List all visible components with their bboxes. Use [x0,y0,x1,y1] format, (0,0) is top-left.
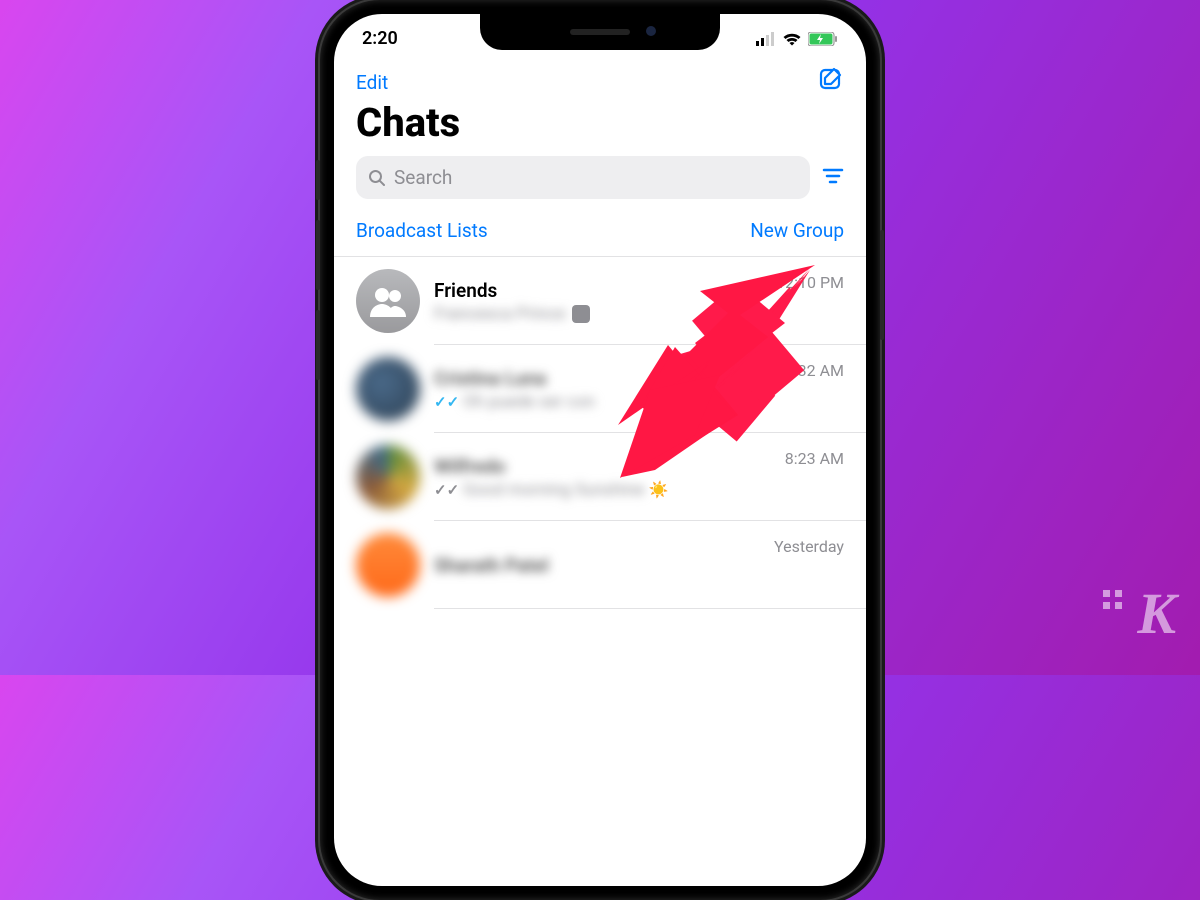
chat-preview: ✓✓ Good morning Sunshine ☀️ [434,480,771,500]
mute-switch [316,160,320,200]
wifi-icon [782,32,802,46]
phone-screen: 2:20 Edit Chats Sea [334,14,866,886]
sticker-icon [572,305,590,323]
cellular-signal-icon [756,32,776,46]
chat-row[interactable]: Sharath Patel Yesterday [334,521,866,609]
chat-time: 12:10 PM [776,273,844,292]
chat-time: Yesterday [774,537,844,556]
chat-row[interactable]: Wilfredo ✓✓ Good morning Sunshine ☀️ 8:2… [334,433,866,521]
chat-time: 8:23 AM [785,449,844,468]
chat-preview: Francesca Prince: [434,304,762,324]
chat-name: Sharath Patel [434,554,760,577]
nav-bar: Edit [334,53,866,99]
chat-name: Friends [434,279,762,302]
knowtechie-logo: K [1137,580,1176,647]
avatar [356,533,420,597]
delivered-receipt-icon: ✓✓ [434,481,459,499]
filter-button[interactable] [822,167,844,189]
phone-frame: 2:20 Edit Chats Sea [320,0,880,900]
read-receipt-icon: ✓✓ [434,393,459,411]
chat-row[interactable]: Friends Francesca Prince: 12:10 PM [334,257,866,345]
search-input[interactable]: Search [356,156,810,199]
speaker-grille [570,29,630,35]
chat-name: Wilfredo [434,455,771,478]
volume-down-button [316,310,320,380]
avatar [356,357,420,421]
broadcast-lists-link[interactable]: Broadcast Lists [356,219,488,242]
volume-up-button [316,220,320,290]
chat-time: 11:32 AM [776,361,844,380]
search-row: Search [334,156,866,213]
avatar [356,445,420,509]
chat-links-row: Broadcast Lists New Group [334,213,866,257]
sun-emoji-icon: ☀️ [648,480,668,499]
new-group-link[interactable]: New Group [750,219,844,242]
search-placeholder: Search [394,166,452,189]
search-icon [368,169,386,187]
chat-preview: ✓✓ Oh puede ser con [434,392,762,412]
front-camera [646,26,656,36]
notch [480,14,720,50]
chat-name: Cristina Luna [434,367,762,390]
battery-charging-icon [808,32,838,46]
power-button [880,230,884,340]
status-time: 2:20 [362,28,398,49]
chat-row[interactable]: Cristina Luna ✓✓ Oh puede ser con 11:32 … [334,345,866,433]
edit-button[interactable]: Edit [356,71,388,94]
logo-dots [1103,590,1122,609]
group-avatar-icon [356,269,420,333]
page-title: Chats [334,99,866,156]
compose-button[interactable] [818,67,844,97]
